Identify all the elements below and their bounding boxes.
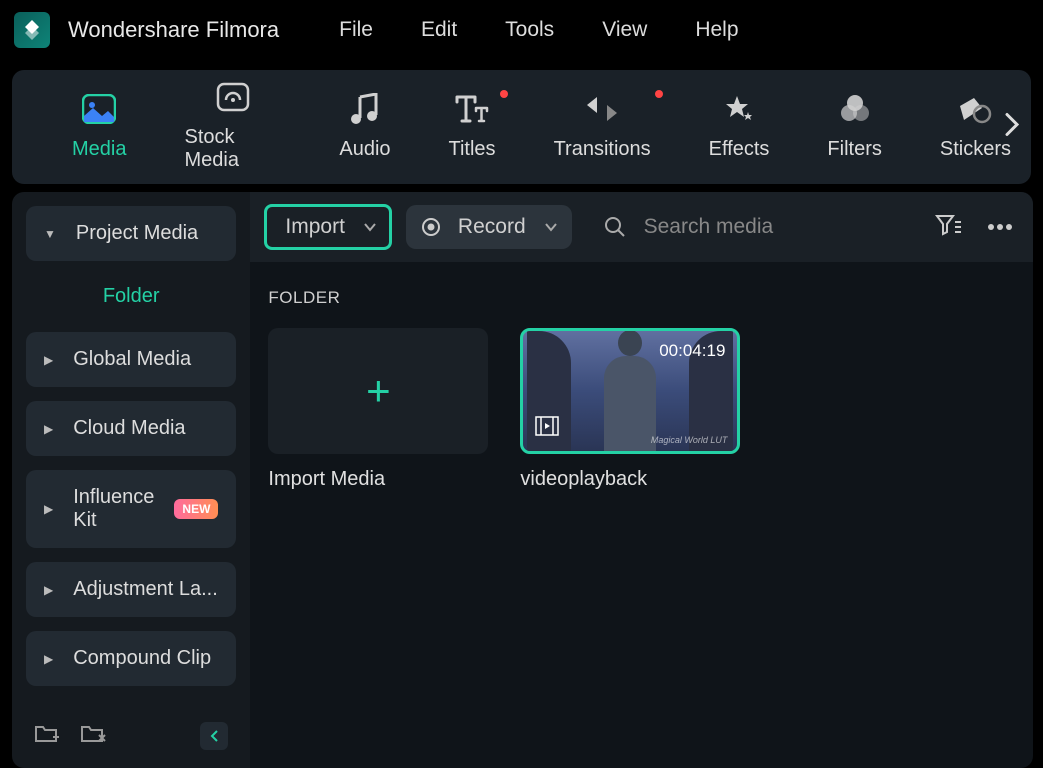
menu-help[interactable]: Help bbox=[695, 18, 738, 42]
menu-file[interactable]: File bbox=[339, 18, 373, 42]
record-icon bbox=[422, 218, 440, 236]
chevron-down-icon bbox=[544, 222, 558, 232]
chevron-right-icon: ▶ bbox=[44, 652, 53, 666]
tool-titles[interactable]: Titles bbox=[449, 94, 496, 161]
tool-stock-media-label: Stock Media bbox=[184, 126, 281, 172]
menu-tools[interactable]: Tools bbox=[505, 18, 554, 42]
tool-media[interactable]: Media bbox=[72, 94, 126, 161]
sidebar-project-media-label: Project Media bbox=[76, 222, 198, 245]
toolbar: Media Stock Media Audio Titles Transitio… bbox=[12, 70, 1031, 184]
collapse-sidebar-button[interactable] bbox=[200, 722, 228, 750]
header: Wondershare Filmora File Edit Tools View… bbox=[0, 0, 1043, 60]
tool-audio-label: Audio bbox=[339, 138, 390, 161]
import-media-button[interactable]: + bbox=[268, 328, 488, 454]
plus-icon: + bbox=[366, 367, 391, 415]
titles-icon bbox=[455, 94, 489, 124]
chevron-down-icon: ▼ bbox=[44, 227, 56, 241]
sidebar-global-media-label: Global Media bbox=[73, 348, 191, 371]
sidebar-footer bbox=[26, 712, 236, 754]
search-icon bbox=[604, 216, 626, 238]
menu-bar: File Edit Tools View Help bbox=[339, 18, 738, 42]
main-area: ▼ Project Media Folder ▶ Global Media ▶ … bbox=[12, 192, 1031, 768]
sidebar-influence-kit[interactable]: ▶ Influence Kit NEW bbox=[26, 470, 236, 548]
transitions-icon bbox=[585, 94, 619, 124]
import-button-label: Import bbox=[285, 215, 345, 239]
video-label: videoplayback bbox=[520, 468, 740, 491]
video-thumbnail[interactable]: 00:04:19 Magical World LUT bbox=[520, 328, 740, 454]
tool-audio[interactable]: Audio bbox=[339, 94, 390, 161]
sidebar-folder[interactable]: Folder bbox=[26, 267, 236, 332]
app-logo bbox=[14, 12, 50, 48]
tool-media-label: Media bbox=[72, 138, 126, 161]
sidebar-compound-clip-label: Compound Clip bbox=[73, 647, 211, 670]
sidebar-influence-kit-label: Influence Kit bbox=[73, 486, 154, 532]
video-tile: 00:04:19 Magical World LUT videoplayback bbox=[520, 328, 740, 491]
sidebar-compound-clip[interactable]: ▶ Compound Clip bbox=[26, 631, 236, 686]
tool-effects-label: Effects bbox=[709, 138, 770, 161]
titles-badge-dot bbox=[500, 90, 508, 98]
sidebar-project-media[interactable]: ▼ Project Media bbox=[26, 206, 236, 261]
content-toolbar: Import Record bbox=[250, 192, 1032, 262]
video-watermark: Magical World LUT bbox=[651, 435, 728, 445]
effects-icon bbox=[723, 94, 755, 124]
transitions-badge-dot bbox=[655, 90, 663, 98]
chevron-right-icon: ▶ bbox=[44, 583, 53, 597]
sidebar: ▼ Project Media Folder ▶ Global Media ▶ … bbox=[12, 192, 250, 768]
import-button[interactable]: Import bbox=[264, 204, 392, 250]
sidebar-adjustment-layer[interactable]: ▶ Adjustment La... bbox=[26, 562, 236, 617]
tool-stickers-label: Stickers bbox=[940, 138, 1011, 161]
search-box bbox=[604, 215, 915, 239]
stock-media-icon bbox=[216, 82, 250, 112]
search-input[interactable] bbox=[644, 215, 915, 239]
content-area: Import Record FOLDER + bbox=[250, 192, 1032, 768]
media-grid: + Import Media 00:04:19 Magical World LU… bbox=[250, 328, 1032, 491]
remove-folder-button[interactable] bbox=[80, 723, 106, 750]
toolbar-scroll-right[interactable] bbox=[1005, 113, 1019, 142]
import-media-tile: + Import Media bbox=[268, 328, 488, 491]
sidebar-global-media[interactable]: ▶ Global Media bbox=[26, 332, 236, 387]
add-folder-button[interactable] bbox=[34, 723, 60, 750]
import-media-label: Import Media bbox=[268, 468, 488, 491]
media-icon bbox=[82, 94, 116, 124]
app-title: Wondershare Filmora bbox=[68, 17, 279, 43]
tool-filters-label: Filters bbox=[827, 138, 881, 161]
new-badge: NEW bbox=[174, 499, 218, 519]
filter-button[interactable] bbox=[929, 210, 967, 245]
tool-stickers[interactable]: Stickers bbox=[940, 94, 1011, 161]
record-button-label: Record bbox=[458, 215, 526, 239]
filters-icon bbox=[839, 94, 871, 124]
sidebar-cloud-media[interactable]: ▶ Cloud Media bbox=[26, 401, 236, 456]
sidebar-adjustment-layer-label: Adjustment La... bbox=[73, 578, 218, 601]
tool-transitions-label: Transitions bbox=[554, 138, 651, 161]
menu-edit[interactable]: Edit bbox=[421, 18, 457, 42]
tool-titles-label: Titles bbox=[449, 138, 496, 161]
chevron-right-icon: ▶ bbox=[44, 502, 53, 516]
logo-icon bbox=[21, 19, 43, 41]
tool-effects[interactable]: Effects bbox=[709, 94, 770, 161]
more-options-button[interactable] bbox=[981, 214, 1019, 240]
section-title: FOLDER bbox=[250, 262, 1032, 328]
tool-transitions[interactable]: Transitions bbox=[554, 94, 651, 161]
chevron-right-icon: ▶ bbox=[44, 422, 53, 436]
clip-icon bbox=[535, 416, 559, 441]
tool-filters[interactable]: Filters bbox=[827, 94, 881, 161]
record-button[interactable]: Record bbox=[406, 205, 572, 249]
tool-stock-media[interactable]: Stock Media bbox=[184, 82, 281, 172]
video-duration: 00:04:19 bbox=[659, 341, 725, 361]
sidebar-cloud-media-label: Cloud Media bbox=[73, 417, 185, 440]
stickers-icon bbox=[958, 94, 992, 124]
menu-view[interactable]: View bbox=[602, 18, 647, 42]
chevron-down-icon bbox=[363, 222, 377, 232]
chevron-right-icon: ▶ bbox=[44, 353, 53, 367]
audio-icon bbox=[350, 94, 380, 124]
